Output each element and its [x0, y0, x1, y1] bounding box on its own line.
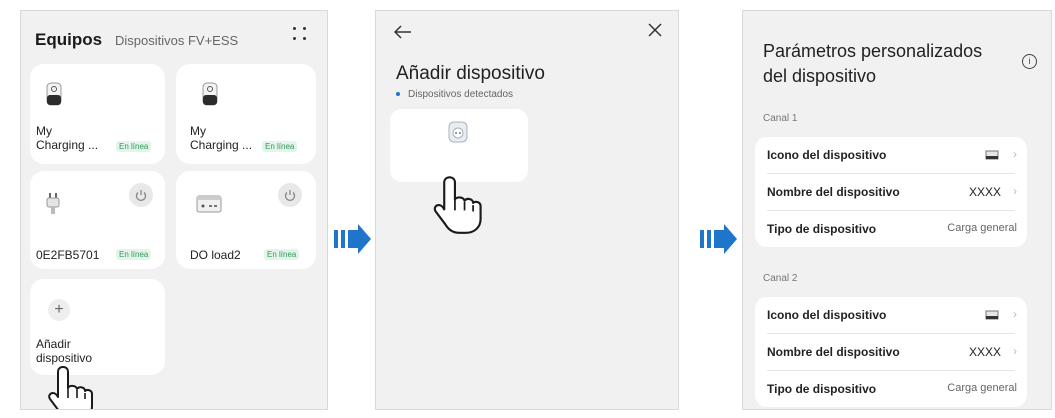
row-label: Icono del dispositivo [767, 308, 887, 322]
screen-parametros-personalizados: Parámetros personalizados del dispositiv… [742, 10, 1052, 410]
channel-settings-group: Icono del dispositivo › Nombre del dispo… [755, 137, 1027, 247]
power-icon [135, 190, 147, 201]
add-device-card[interactable]: + Añadir dispositivo [30, 279, 165, 375]
status-badge: En línea [116, 249, 152, 260]
charger-icon [202, 82, 218, 106]
row-value: XXXX [968, 345, 1001, 359]
device-name: 0E2FB5701 [36, 248, 100, 262]
info-icon[interactable]: i [1022, 54, 1037, 69]
bullet-dot [396, 92, 400, 97]
channel-settings-group: Icono del dispositivo › Nombre del dispo… [755, 297, 1027, 407]
switch-box-icon [196, 195, 222, 213]
close-icon[interactable] [648, 23, 662, 37]
next-step-arrow-icon [334, 224, 371, 254]
chevron-right-icon: › [1013, 307, 1017, 321]
tap-hand-icon [433, 176, 482, 234]
page-title: Equipos [35, 30, 103, 49]
screen-equipos: Equipos Dispositivos FV+ESS My Charging … [20, 10, 328, 410]
charger-icon [46, 82, 62, 106]
tap-hand-icon [48, 366, 93, 409]
row-label: Icono del dispositivo [767, 148, 887, 162]
arrow-left-icon[interactable] [394, 25, 412, 39]
tab-dispositivos-fv-ess[interactable]: Dispositivos FV+ESS [115, 33, 238, 48]
device-type-row[interactable]: Tipo de dispositivo Carga general [755, 371, 1027, 407]
device-name-row[interactable]: Nombre del dispositivo XXXX › [755, 174, 1027, 210]
screen-anadir-dispositivo: Añadir dispositivo Dispositivos detectad… [375, 10, 679, 410]
dots-grid-icon[interactable] [293, 27, 307, 41]
device-thumb-icon [985, 150, 999, 160]
row-value: Carga general [947, 222, 1017, 234]
channel-label: Canal 2 [763, 273, 798, 284]
device-card[interactable]: My Charging ... En línea [30, 64, 165, 164]
device-name-row[interactable]: Nombre del dispositivo XXXX › [755, 334, 1027, 370]
channel-label: Canal 1 [763, 113, 798, 124]
device-name: My Charging ... [36, 124, 99, 152]
detected-devices-label: Dispositivos detectados [396, 89, 513, 100]
status-badge: En línea [262, 141, 298, 152]
status-badge: En línea [264, 249, 300, 260]
device-card[interactable]: 0E2FB5701 En línea [30, 171, 165, 269]
device-card[interactable]: DO load2 En línea [176, 171, 316, 269]
page-title: Parámetros personalizados del dispositiv… [763, 41, 983, 86]
device-name: My Charging ... [190, 124, 253, 152]
page-title: Añadir dispositivo [396, 63, 545, 84]
device-name: DO load2 [190, 248, 241, 262]
chevron-right-icon: › [1013, 184, 1017, 198]
device-icon-row[interactable]: Icono del dispositivo › [755, 297, 1027, 333]
device-type-row[interactable]: Tipo de dispositivo Carga general [755, 211, 1027, 247]
device-thumb-icon [985, 310, 999, 320]
device-card[interactable]: My Charging ... En línea [176, 64, 316, 164]
row-label: Tipo de dispositivo [767, 222, 877, 236]
status-badge: En línea [116, 141, 152, 152]
row-value: Carga general [947, 382, 1017, 394]
row-label: Nombre del dispositivo [767, 345, 900, 359]
device-icon-row[interactable]: Icono del dispositivo › [755, 137, 1027, 173]
power-button[interactable] [278, 183, 302, 207]
row-label: Nombre del dispositivo [767, 185, 900, 199]
next-step-arrow-icon [700, 224, 737, 254]
chevron-right-icon: › [1013, 147, 1017, 161]
power-icon [284, 190, 296, 201]
row-value: XXXX [968, 185, 1001, 199]
power-button[interactable] [129, 183, 153, 207]
row-label: Tipo de dispositivo [767, 382, 877, 396]
add-device-label: Añadir dispositivo [36, 337, 93, 365]
detected-device-card[interactable] [390, 109, 528, 182]
plug-icon [46, 193, 60, 214]
smart-socket-icon [448, 121, 468, 143]
plus-icon: + [48, 299, 70, 321]
detected-devices-text: Dispositivos detectados [408, 89, 514, 100]
chevron-right-icon: › [1013, 344, 1017, 358]
